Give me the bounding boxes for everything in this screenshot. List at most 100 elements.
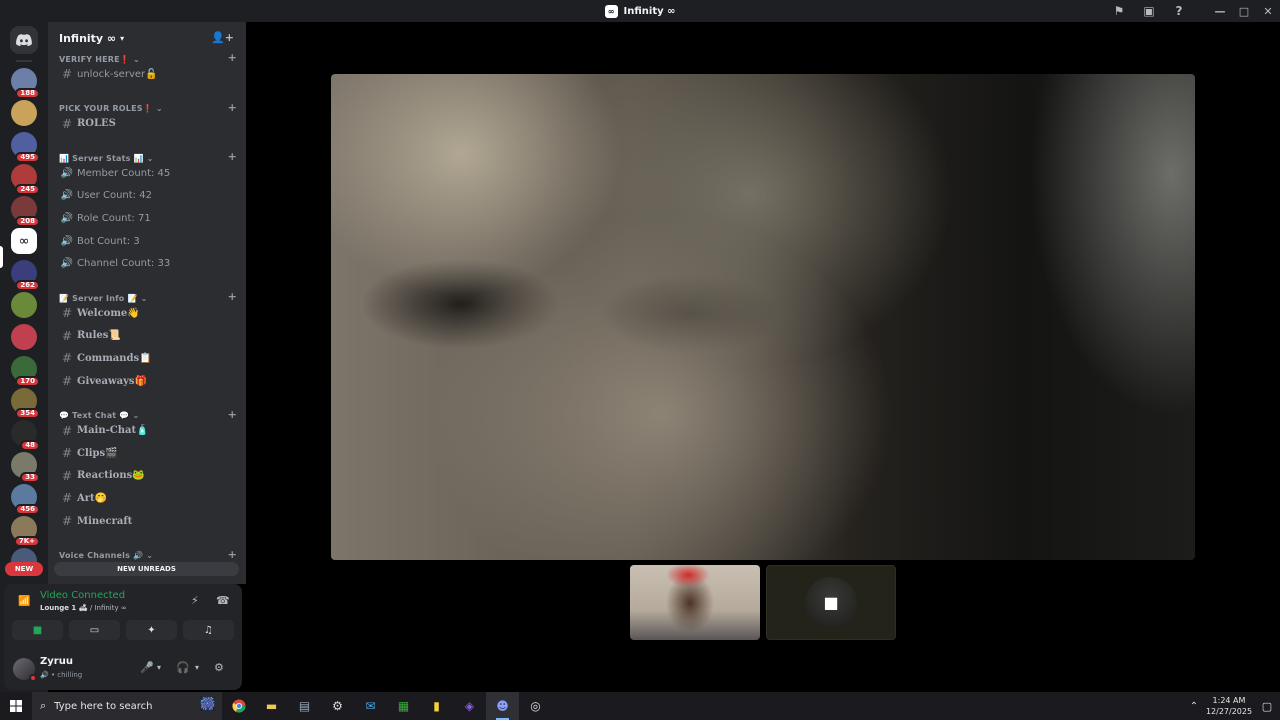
clock[interactable]: 1:24 AM 12/27/2025 bbox=[1204, 695, 1254, 717]
participant-avatar: ■ bbox=[805, 576, 857, 629]
server-icon[interactable]: 170 bbox=[11, 356, 40, 387]
hash-icon: # bbox=[61, 468, 73, 483]
server-icon[interactable]: 48 bbox=[11, 420, 40, 451]
channel-category[interactable]: Voice Channels 🔊 ⌄ + bbox=[59, 548, 237, 563]
disconnect-icon[interactable]: ☎ bbox=[216, 594, 230, 607]
category-label: Voice Channels 🔊 bbox=[59, 551, 144, 561]
start-button[interactable] bbox=[0, 692, 32, 720]
voice-status[interactable]: Video Connected bbox=[40, 590, 125, 601]
chevron-down-icon: ⌄ bbox=[132, 411, 140, 421]
voice-channel-item[interactable]: 🔊 User Count: 42 bbox=[56, 186, 238, 206]
chevron-down-icon: ⌄ bbox=[132, 54, 140, 64]
show-hidden-icons-icon[interactable]: ⌃ bbox=[1184, 701, 1204, 712]
close-button[interactable]: ✕ bbox=[1256, 0, 1280, 22]
chevron-down-icon[interactable]: ▾ bbox=[157, 663, 161, 672]
app-icon[interactable]: ▤ bbox=[288, 692, 321, 720]
mail-icon[interactable]: ✉ bbox=[354, 692, 387, 720]
minimize-button[interactable]: — bbox=[1208, 0, 1232, 22]
server-icon[interactable] bbox=[11, 100, 37, 126]
text-channel-item[interactable]: # Clips🎬 bbox=[56, 443, 238, 463]
signal-strength-icon[interactable]: 📶 bbox=[18, 596, 30, 607]
text-channel-item[interactable]: # Giveaways🎁 bbox=[56, 371, 238, 391]
mention-badge: 245 bbox=[15, 184, 40, 195]
discord-taskbar-icon[interactable]: ☻ bbox=[486, 692, 519, 720]
inbox-flag-icon[interactable]: ⚑ bbox=[1104, 0, 1134, 22]
help-icon[interactable]: ? bbox=[1164, 0, 1194, 22]
activities-button[interactable]: ✦ bbox=[126, 620, 177, 640]
file-explorer-icon[interactable]: ▬ bbox=[255, 692, 288, 720]
app-icon-3[interactable]: ◎ bbox=[519, 692, 552, 720]
screen-share-icon[interactable]: ▣ bbox=[1134, 0, 1164, 22]
system-tray: ⌃ 1:24 AM 12/27/2025 ▢ bbox=[1184, 692, 1280, 720]
create-channel-icon[interactable]: + bbox=[228, 291, 237, 303]
voice-channel-item[interactable]: 🔊 Channel Count: 33 bbox=[56, 254, 238, 274]
participant-tile-camera-off[interactable]: ■ bbox=[766, 565, 896, 640]
create-channel-icon[interactable]: + bbox=[228, 151, 237, 163]
sticky-notes-icon[interactable]: ▮ bbox=[420, 692, 453, 720]
app-icon-2[interactable]: ◈ bbox=[453, 692, 486, 720]
noise-suppression-icon[interactable]: ⚡ bbox=[191, 594, 199, 607]
channel-name: Giveaways🎁 bbox=[77, 375, 147, 387]
text-channel-item[interactable]: # Art🤭 bbox=[56, 488, 238, 508]
title-bar: ∞ Infinity ∞ ⚑ ▣ ? — □ ✕ bbox=[0, 0, 1280, 22]
search-placeholder: Type here to search bbox=[54, 700, 153, 712]
voice-channel-item[interactable]: 🔊 Bot Count: 3 bbox=[56, 231, 238, 251]
server-icon[interactable] bbox=[11, 324, 37, 350]
server-icon[interactable]: 33 bbox=[11, 452, 40, 483]
taskbar-search[interactable]: ⌕ Type here to search 🎆 bbox=[32, 692, 222, 720]
server-icon[interactable]: ∞ bbox=[11, 228, 37, 254]
chevron-down-icon[interactable]: ▾ bbox=[195, 663, 199, 672]
text-channel-item[interactable]: # Minecraft bbox=[56, 511, 238, 531]
voice-channel-name: Lounge 1 🛋 bbox=[40, 604, 88, 612]
create-channel-icon[interactable]: + bbox=[228, 408, 237, 421]
channel-name: Bot Count: 3 bbox=[77, 235, 140, 247]
text-channel-item[interactable]: # Welcome👋 bbox=[56, 303, 238, 323]
chrome-icon[interactable] bbox=[222, 692, 255, 720]
main-video-tile[interactable] bbox=[331, 74, 1195, 560]
avatar[interactable] bbox=[13, 658, 37, 682]
new-unread-pill[interactable]: NEW bbox=[5, 562, 43, 576]
screen-share-button[interactable]: ▭ bbox=[69, 620, 120, 640]
spreadsheet-icon[interactable]: ▦ bbox=[387, 692, 420, 720]
text-channel-item[interactable]: # unlock-server🔓 bbox=[56, 64, 238, 84]
notifications-icon[interactable]: ▢ bbox=[1254, 700, 1280, 713]
text-channel-item[interactable]: # Rules📜 bbox=[56, 326, 238, 346]
maximize-button[interactable]: □ bbox=[1232, 0, 1256, 22]
microphone-icon[interactable]: 🎤 bbox=[140, 661, 154, 674]
speaker-icon: 🔊 bbox=[60, 235, 74, 247]
voice-channel-item[interactable]: 🔊 Member Count: 45 bbox=[56, 163, 238, 183]
server-icon[interactable]: 456 bbox=[11, 484, 40, 515]
participant-video-tile[interactable] bbox=[630, 565, 760, 640]
server-icon[interactable]: 208 bbox=[11, 196, 40, 227]
create-channel-icon[interactable]: + bbox=[228, 52, 237, 64]
create-channel-icon[interactable]: + bbox=[228, 548, 237, 561]
server-icon[interactable]: 188 bbox=[11, 68, 40, 99]
voice-location[interactable]: Lounge 1 🛋 / Infinity ∞ bbox=[40, 604, 127, 612]
text-channel-item[interactable]: # Main-Chat🧴 bbox=[56, 421, 238, 441]
create-channel-icon[interactable]: + bbox=[228, 101, 237, 114]
server-avatar: ∞ bbox=[11, 228, 37, 254]
text-channel-item[interactable]: # ROLES bbox=[56, 114, 238, 134]
invite-people-icon[interactable]: 👤+ bbox=[211, 31, 234, 44]
mention-badge: 170 bbox=[15, 376, 40, 387]
voice-channel-item[interactable]: 🔊 Role Count: 71 bbox=[56, 208, 238, 228]
server-icon[interactable]: 495 bbox=[11, 132, 40, 163]
server-icon[interactable]: 245 bbox=[11, 164, 40, 195]
guild-header[interactable]: Infinity ∞ ▾ 👤+ bbox=[48, 22, 246, 54]
settings-gear-icon[interactable]: ⚙ bbox=[214, 661, 224, 674]
username[interactable]: Zyruu bbox=[40, 656, 73, 667]
server-icon[interactable]: 262 bbox=[11, 260, 40, 291]
camera-button[interactable]: ■ bbox=[12, 620, 63, 640]
server-icon[interactable] bbox=[11, 292, 37, 318]
rail-divider bbox=[16, 60, 32, 62]
soundboard-button[interactable]: ♫ bbox=[183, 620, 234, 640]
server-icon[interactable]: 7K+ bbox=[11, 516, 40, 547]
text-channel-item[interactable]: # Commands📋 bbox=[56, 348, 238, 368]
new-unreads-bar[interactable]: NEW UNREADS bbox=[54, 562, 239, 576]
server-icon[interactable]: 354 bbox=[11, 388, 40, 419]
discord-home-button[interactable] bbox=[10, 26, 38, 54]
settings-icon[interactable]: ⚙ bbox=[321, 692, 354, 720]
voice-connection-panel: 📶 Video Connected Lounge 1 🛋 / Infinity … bbox=[4, 584, 242, 648]
text-channel-item[interactable]: # Reactions🐸 bbox=[56, 466, 238, 486]
headphones-icon[interactable]: 🎧 bbox=[176, 661, 190, 674]
